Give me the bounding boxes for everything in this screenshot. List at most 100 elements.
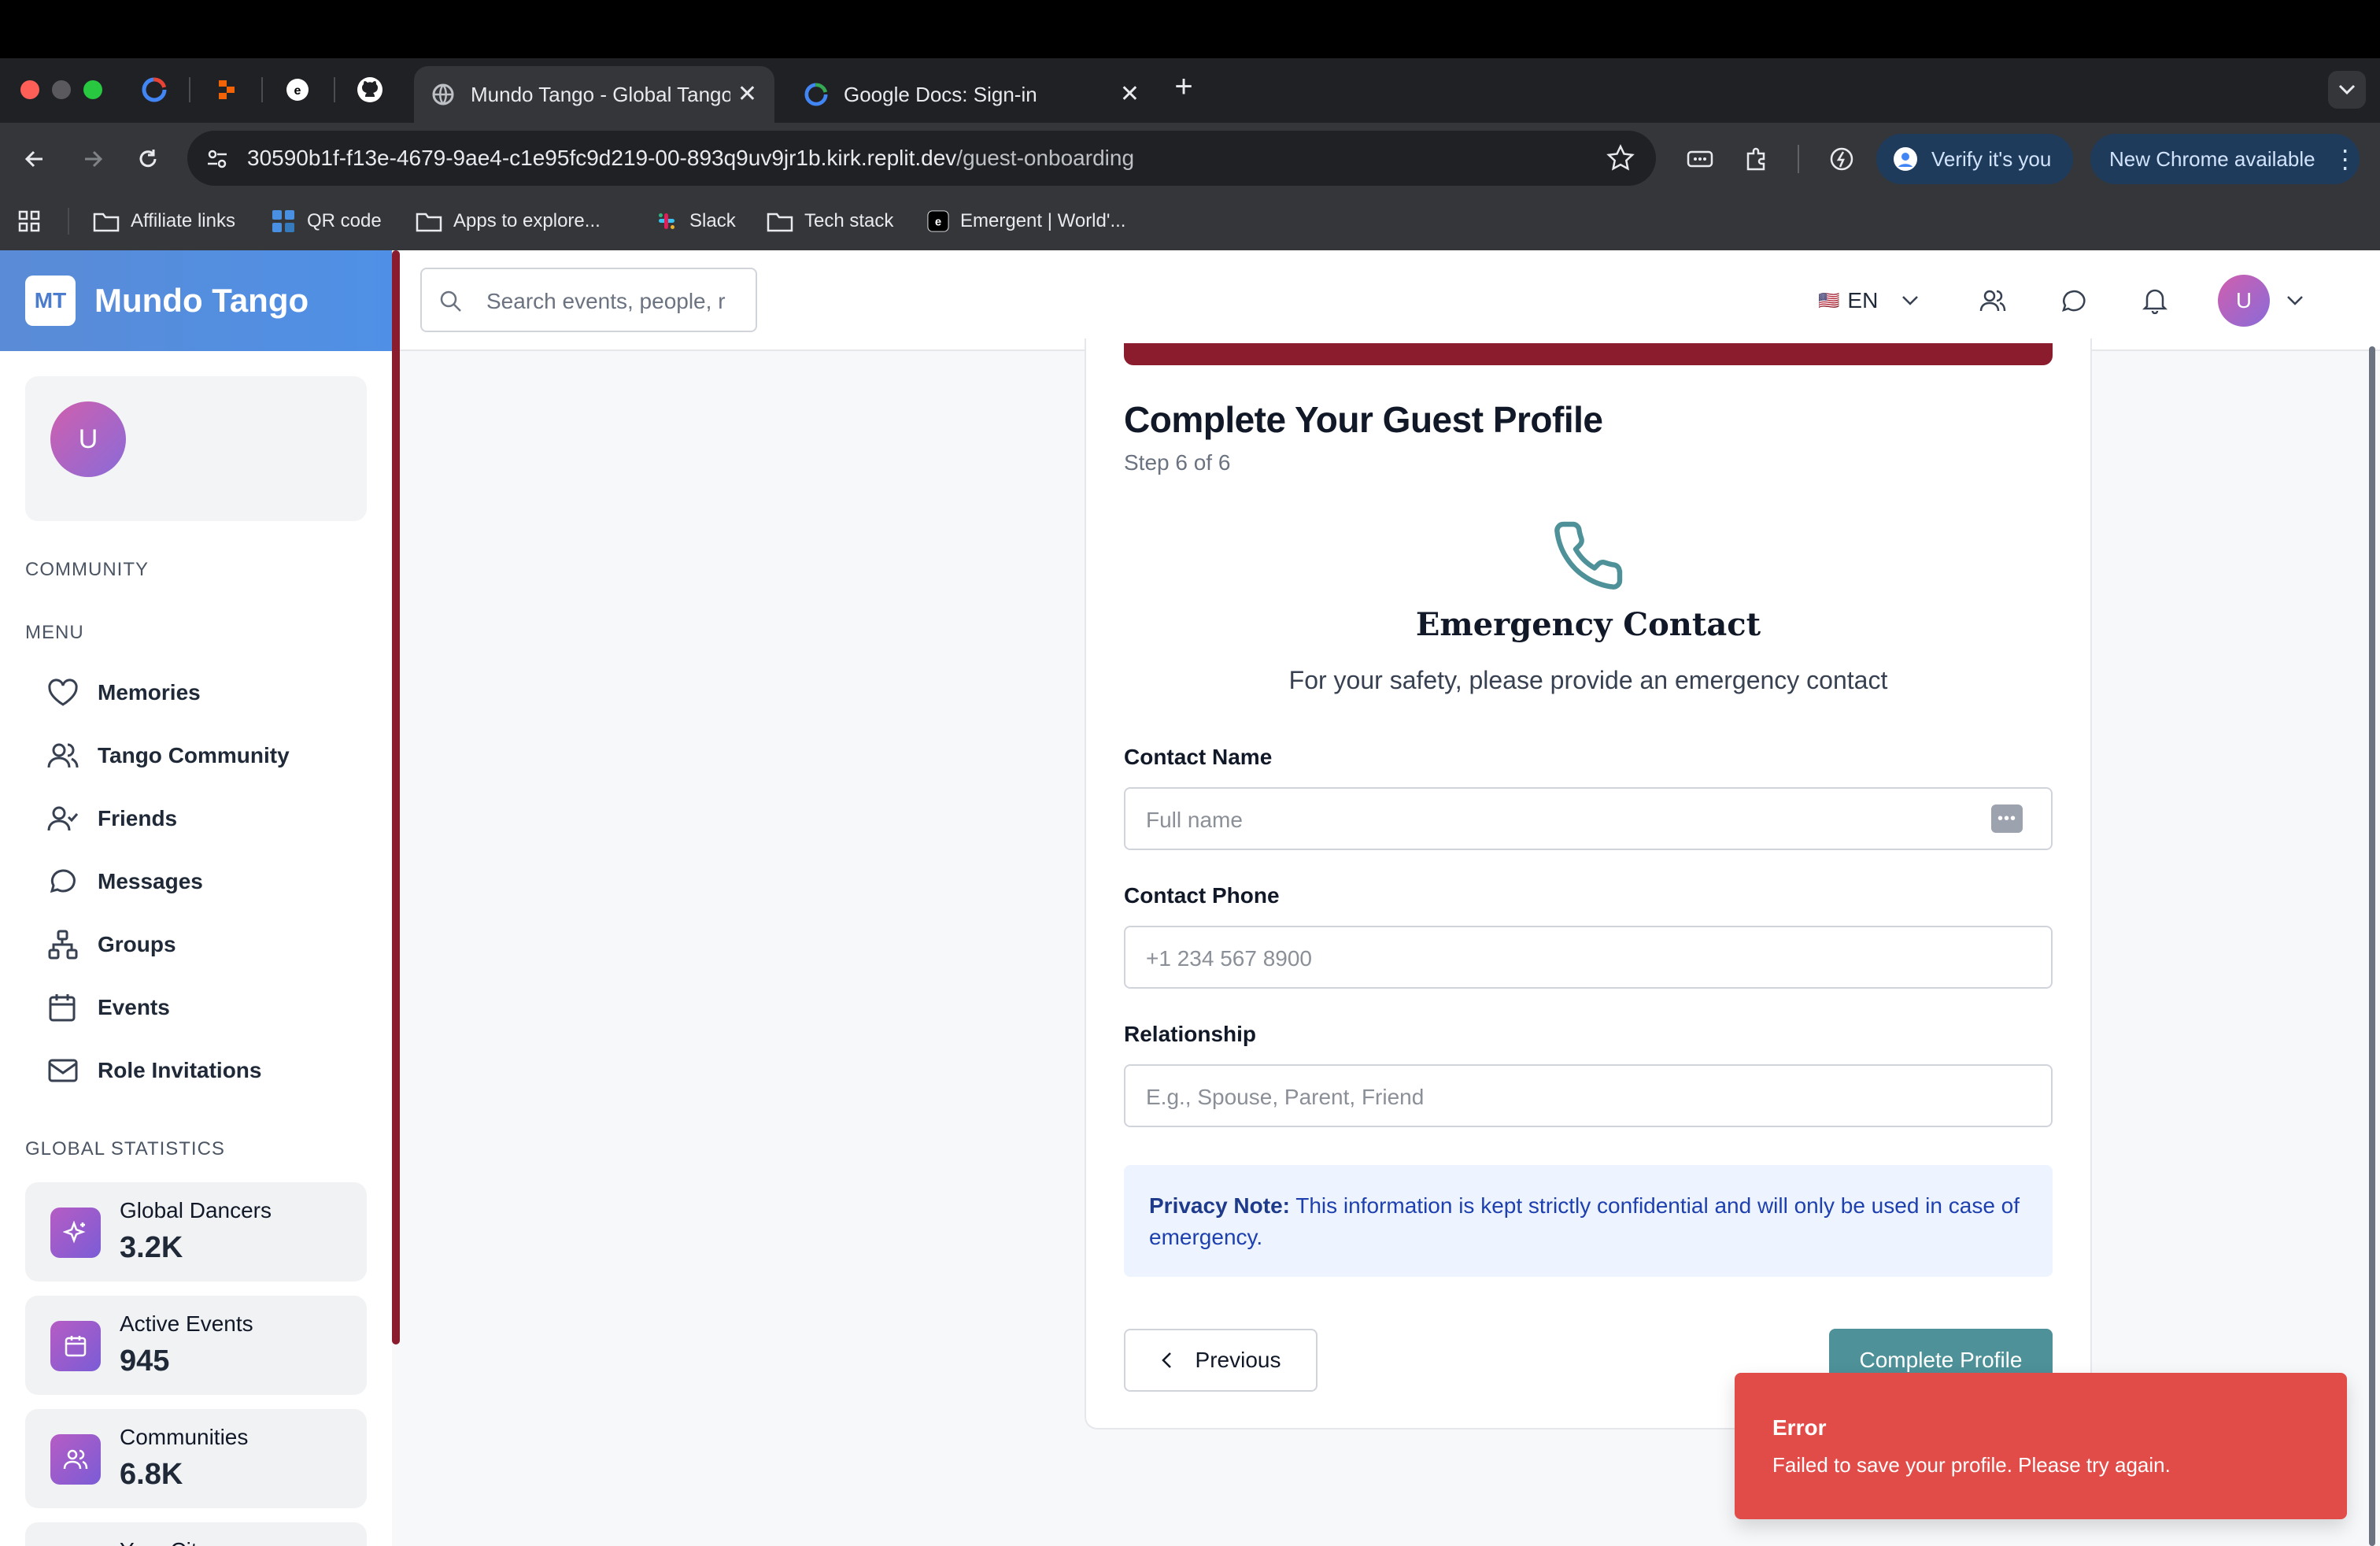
contact-phone-input[interactable] [1144,943,1979,975]
minimize-window-button[interactable] [52,80,71,99]
user-menu-button[interactable] [2279,285,2311,316]
stat-value: 6.8K [120,1458,183,1491]
password-manager-button[interactable] [1684,143,1716,175]
sidebar-item-role-invitations[interactable]: Role Invitations [47,1047,261,1094]
previous-label: Previous [1195,1348,1281,1372]
bell-icon [2142,289,2168,314]
more-vertical-icon: ⋮ [2332,145,2358,173]
account-icon [1894,147,1917,171]
bookmark-tech-stack[interactable]: Tech stack [767,206,893,236]
language-selector[interactable]: 🇺🇸 EN [1818,285,1919,316]
stat-label: Your City [120,1538,209,1546]
search-input[interactable] [485,287,745,316]
section-subtitle: For your safety, please provide an emerg… [1288,666,1888,694]
stat-global-dancers: Global Dancers 3.2K [25,1182,367,1282]
close-tab-icon[interactable]: ✕ [1120,83,1140,106]
search-box[interactable] [420,268,757,332]
puzzle-icon [1746,147,1765,171]
stat-active-events: Active Events 945 [25,1296,367,1395]
maximize-window-button[interactable] [83,80,102,99]
verify-identity-button[interactable]: Verify it's you [1876,134,2073,184]
page-title: Complete Your Guest Profile [1124,399,1603,440]
sidebar-item-label: Friends [98,806,178,830]
pinned-tab-emergent[interactable]: e [283,76,312,104]
friends-button[interactable] [1977,285,2009,316]
performance-button[interactable] [1826,143,1857,175]
menu-label: MENU [25,622,84,643]
sidebar-item-tango-community[interactable]: Tango Community [47,732,290,779]
close-window-button[interactable] [20,80,39,99]
toast-message: Failed to save your profile. Please try … [1772,1453,2171,1477]
progress-bar [1124,343,2053,365]
sidebar-item-groups[interactable]: Groups [47,921,176,968]
relationship-input[interactable] [1144,1082,1979,1113]
folder-icon [93,213,120,232]
contact-name-field[interactable]: ••• [1124,787,2053,850]
bookmark-apps-to-explore[interactable]: Apps to explore... [416,206,601,236]
forward-button[interactable] [76,142,110,176]
pinned-tab-github[interactable] [356,76,384,104]
sidebar-item-label: Memories [98,680,201,705]
main-scrollbar[interactable] [2369,346,2375,1546]
error-toast[interactable]: Error Failed to save your profile. Pleas… [1735,1373,2347,1519]
url-host: 30590b1f-f13e-4679-9ae4-c1e95fc9d219-00-… [247,146,957,170]
google-icon [804,83,828,106]
sidebar-item-events[interactable]: Events [47,984,170,1031]
slack-icon [659,213,674,229]
calendar-icon [47,993,85,1023]
apps-button[interactable] [17,206,52,236]
sidebar-item-friends[interactable]: Friends [47,795,177,842]
tab-title: Google Docs: Sign-in [844,82,1037,106]
contact-name-input[interactable] [1144,804,1979,836]
extensions-button[interactable] [1741,143,1772,175]
brand-name: Mundo Tango [94,282,309,319]
stat-your-city: Your City [25,1522,367,1546]
previous-button[interactable]: Previous [1124,1329,1318,1392]
sidebar-item-memories[interactable]: Memories [47,669,201,716]
autofill-icon[interactable]: ••• [1991,804,2023,833]
chevron-left-icon [1161,1352,1171,1368]
reload-button[interactable] [131,142,165,176]
qr-icon [272,210,294,232]
close-tab-icon[interactable]: ✕ [737,83,757,106]
google-icon [142,77,167,102]
pinned-tab-app[interactable] [213,76,241,104]
tab-search-button[interactable] [2328,71,2366,109]
grid-icon [18,210,40,232]
stat-label: Global Dancers [120,1198,272,1222]
back-button[interactable] [17,142,52,176]
language-label: EN [1847,288,1879,313]
user-card[interactable]: U [25,376,367,521]
calendar-icon [50,1321,101,1371]
tab-google-docs[interactable]: Google Docs: Sign-in ✕ [787,66,1157,123]
pinned-tab-google[interactable] [140,76,168,104]
messages-button[interactable] [2057,285,2089,316]
bookmark-affiliate-links[interactable]: Affiliate links [93,206,235,236]
svg-text:e: e [935,216,941,229]
sidebar-item-label: Role Invitations [98,1058,262,1082]
sidebar-item-messages[interactable]: Messages [47,858,203,905]
bookmark-emergent[interactable]: e Emergent | World'... [927,206,1125,236]
brand-header[interactable]: MT Mundo Tango [0,250,392,351]
bookmark-slack[interactable]: Slack [655,206,736,236]
tab-mundo-tango[interactable]: Mundo Tango - Global Tango ✕ [414,66,774,123]
globe-icon [432,83,454,105]
complete-profile-label: Complete Profile [1859,1348,2023,1372]
bookmark-qr-code[interactable]: QR code [271,206,382,236]
sidebar-scrollbar[interactable] [392,250,400,1344]
chrome-update-button[interactable]: New Chrome available ⋮ [2090,134,2360,184]
arrow-left-icon [24,150,42,168]
network-icon [47,930,85,960]
stat-label: Active Events [120,1311,253,1336]
flag-icon: 🇺🇸 [1818,290,1840,310]
contact-phone-field[interactable] [1124,926,2053,989]
notifications-button[interactable] [2139,285,2171,316]
bookmark-star-button[interactable] [1606,143,1635,173]
user-avatar[interactable]: U [2218,275,2270,327]
key-dots-icon [1687,150,1713,168]
site-info-icon[interactable] [201,143,233,175]
new-tab-button[interactable]: + [1168,71,1199,104]
user-check-icon [47,804,85,833]
sparkles-icon [50,1208,101,1258]
relationship-field[interactable] [1124,1064,2053,1127]
